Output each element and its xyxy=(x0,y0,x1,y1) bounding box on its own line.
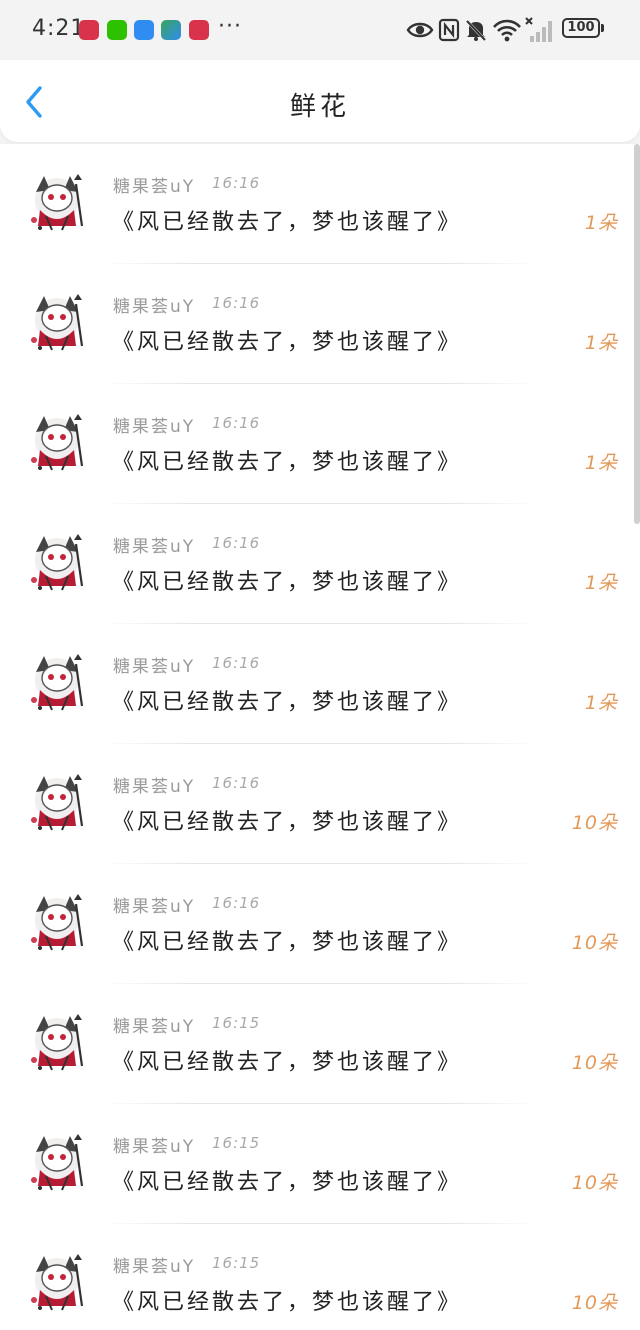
sender-name: 糖果荟uY xyxy=(113,777,196,797)
wechat-icon xyxy=(107,20,127,40)
page-title: 鲜花 xyxy=(289,92,350,122)
sender-name: 糖果荟uY xyxy=(113,537,196,557)
game-app-icon xyxy=(161,20,181,40)
huawei-store-icon xyxy=(189,20,209,40)
timestamp: 16:16 xyxy=(212,774,261,792)
eye-icon xyxy=(406,22,434,38)
flower-count: 10朵 xyxy=(571,812,618,834)
list-item[interactable]: 糖果荟uY 16:16 《风已经散去了，梦也该醒了》 10朵 xyxy=(0,864,640,984)
message-text: 《风已经散去了，梦也该醒了》 xyxy=(112,1290,463,1315)
sender-name: 糖果荟uY xyxy=(113,297,196,317)
list-item[interactable]: 糖果荟uY 16:15 《风已经散去了，梦也该醒了》 10朵 xyxy=(0,1104,640,1224)
message-text: 《风已经散去了，梦也该醒了》 xyxy=(112,1050,463,1075)
avatar[interactable] xyxy=(26,1130,88,1196)
message-text: 《风已经散去了，梦也该醒了》 xyxy=(112,930,463,955)
avatar[interactable] xyxy=(26,410,88,476)
message-text: 《风已经散去了，梦也该醒了》 xyxy=(112,210,463,235)
avatar[interactable] xyxy=(26,770,88,836)
avatar[interactable] xyxy=(26,530,88,596)
list-item[interactable]: 糖果荟uY 16:16 《风已经散去了，梦也该醒了》 1朵 xyxy=(0,624,640,744)
flower-count: 10朵 xyxy=(571,1172,618,1194)
gift-record-list[interactable]: 糖果荟uY 16:16 《风已经散去了，梦也该醒了》 1朵 糖果荟uY 16:1… xyxy=(0,144,640,1330)
list-item[interactable]: 糖果荟uY 16:16 《风已经散去了，梦也该醒了》 1朵 xyxy=(0,504,640,624)
wifi-icon xyxy=(493,19,521,42)
message-text: 《风已经散去了，梦也该醒了》 xyxy=(112,810,463,835)
sender-name: 糖果荟uY xyxy=(113,177,196,197)
status-bar: 4:21 ··· 100 xyxy=(0,0,640,60)
list-item[interactable]: 糖果荟uY 16:16 《风已经散去了，梦也该醒了》 1朵 xyxy=(0,144,640,264)
flower-count: 1朵 xyxy=(584,212,618,234)
timestamp: 16:16 xyxy=(212,294,261,312)
message-text: 《风已经散去了，梦也该醒了》 xyxy=(112,1170,463,1195)
flower-count: 1朵 xyxy=(584,332,618,354)
timestamp: 16:15 xyxy=(212,1014,261,1032)
sender-name: 糖果荟uY xyxy=(113,417,196,437)
list-item[interactable]: 糖果荟uY 16:15 《风已经散去了，梦也该醒了》 10朵 xyxy=(0,1224,640,1330)
list-item[interactable]: 糖果荟uY 16:16 《风已经散去了，梦也该醒了》 10朵 xyxy=(0,744,640,864)
timestamp: 16:16 xyxy=(212,534,261,552)
message-text: 《风已经散去了，梦也该醒了》 xyxy=(112,690,463,715)
app-header: 鲜花 xyxy=(0,60,640,142)
sender-name: 糖果荟uY xyxy=(113,657,196,677)
battery-tip xyxy=(601,24,604,32)
sender-name: 糖果荟uY xyxy=(113,1257,196,1277)
timestamp: 16:16 xyxy=(212,414,261,432)
sender-name: 糖果荟uY xyxy=(113,897,196,917)
sender-name: 糖果荟uY xyxy=(113,1017,196,1037)
flower-count: 1朵 xyxy=(584,692,618,714)
avatar[interactable] xyxy=(26,170,88,236)
nfc-icon xyxy=(438,18,460,42)
huawei-app-icon xyxy=(79,20,99,40)
avatar[interactable] xyxy=(26,1250,88,1316)
timestamp: 16:15 xyxy=(212,1134,261,1152)
sender-name: 糖果荟uY xyxy=(113,1137,196,1157)
avatar[interactable] xyxy=(26,290,88,356)
signal-icon xyxy=(525,17,552,42)
status-time: 4:21 xyxy=(32,16,86,41)
flower-count: 10朵 xyxy=(571,1292,618,1314)
mute-bell-icon xyxy=(465,19,487,42)
timestamp: 16:16 xyxy=(212,174,261,192)
timestamp: 16:15 xyxy=(212,1254,261,1272)
timestamp: 16:16 xyxy=(212,894,261,912)
list-item[interactable]: 糖果荟uY 16:16 《风已经散去了，梦也该醒了》 1朵 xyxy=(0,384,640,504)
avatar[interactable] xyxy=(26,890,88,956)
flower-count: 1朵 xyxy=(584,452,618,474)
blue-app-icon xyxy=(134,20,154,40)
timestamp: 16:16 xyxy=(212,654,261,672)
list-item[interactable]: 糖果荟uY 16:15 《风已经散去了，梦也该醒了》 10朵 xyxy=(0,984,640,1104)
list-item[interactable]: 糖果荟uY 16:16 《风已经散去了，梦也该醒了》 1朵 xyxy=(0,264,640,384)
flower-count: 10朵 xyxy=(571,1052,618,1074)
flower-count: 1朵 xyxy=(584,572,618,594)
message-text: 《风已经散去了，梦也该醒了》 xyxy=(112,570,463,595)
avatar[interactable] xyxy=(26,1010,88,1076)
flower-count: 10朵 xyxy=(571,932,618,954)
more-notifications-icon: ··· xyxy=(218,14,242,39)
battery-indicator: 100 xyxy=(562,18,600,38)
message-text: 《风已经散去了，梦也该醒了》 xyxy=(112,450,463,475)
message-text: 《风已经散去了，梦也该醒了》 xyxy=(112,330,463,355)
avatar[interactable] xyxy=(26,650,88,716)
